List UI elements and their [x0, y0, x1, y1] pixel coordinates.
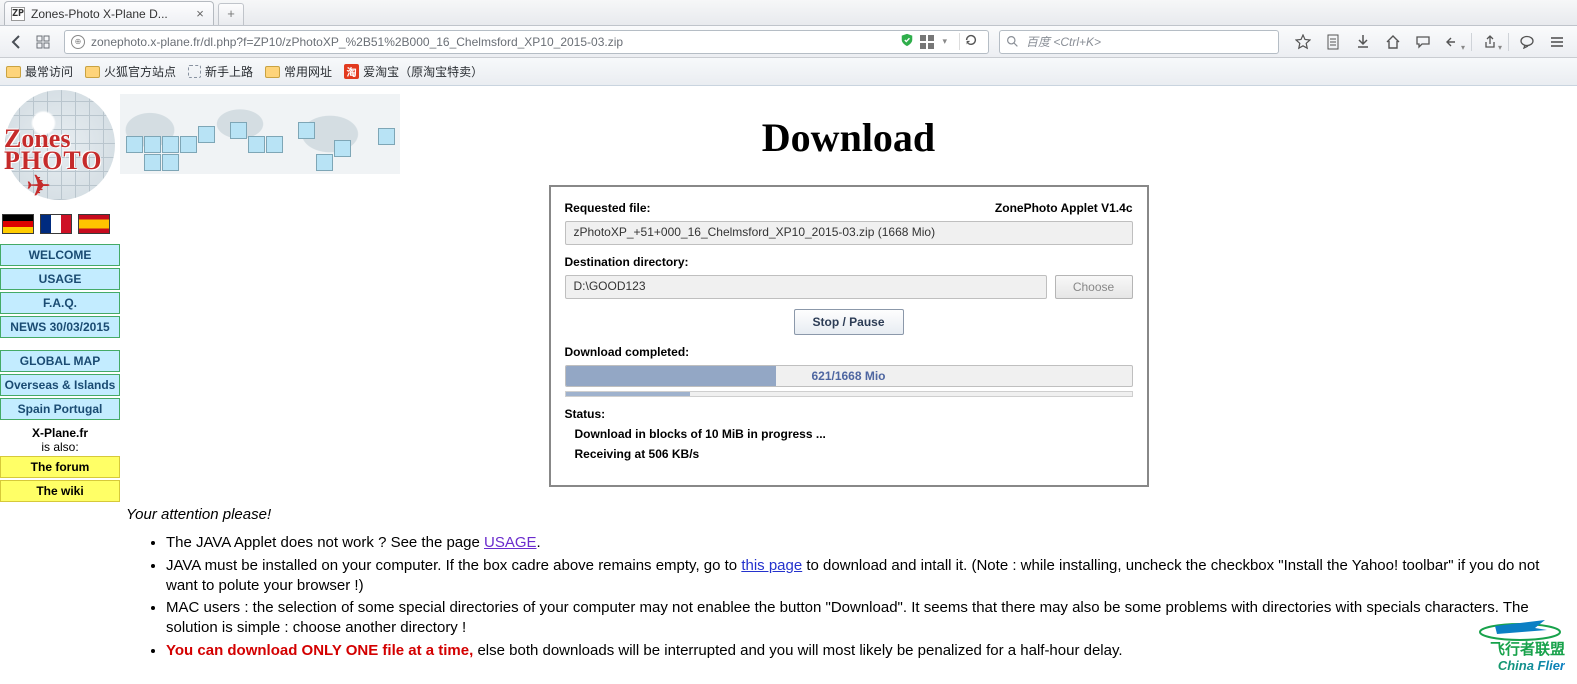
attention-item-4: You can download ONLY ONE file at a time…	[166, 641, 1567, 661]
share-icon[interactable]: ▾	[1476, 30, 1504, 54]
url-bar[interactable]: ⊕ zonephoto.x-plane.fr/dl.php?f=ZP10/zPh…	[64, 30, 989, 54]
shield-icon[interactable]	[900, 33, 914, 50]
site-logo[interactable]: ZonesPHOTO ✈	[0, 90, 120, 210]
reader-icon[interactable]	[1319, 30, 1347, 54]
attention-item-3: MAC users : the selection of some specia…	[166, 598, 1567, 639]
bookmark-getting-started[interactable]: 新手上路	[188, 63, 253, 80]
flag-germany[interactable]	[2, 214, 34, 234]
url-dropdown-icon[interactable]: ▾	[940, 36, 949, 47]
comment-icon[interactable]	[1513, 30, 1541, 54]
chat-icon[interactable]	[1409, 30, 1437, 54]
new-tab-button[interactable]: +	[218, 3, 244, 25]
search-icon	[1006, 35, 1020, 49]
bookmark-taobao[interactable]: 淘爱淘宝（原淘宝特卖）	[344, 63, 483, 80]
reload-button[interactable]	[959, 33, 982, 50]
nav-spain-portugal[interactable]: Spain Portugal	[0, 398, 120, 420]
page-icon	[188, 65, 201, 78]
link-usage[interactable]: USAGE	[484, 534, 537, 551]
bookmark-firefox-official[interactable]: 火狐官方站点	[85, 63, 176, 80]
search-box[interactable]: 百度 <Ctrl+K>	[999, 30, 1279, 54]
block-progress-bar	[565, 391, 1133, 397]
bookmark-most-visited[interactable]: 最常访问	[6, 63, 73, 80]
nav-faq[interactable]: F.A.Q.	[0, 292, 120, 314]
progress-text: 621/1668 Mio	[566, 366, 1132, 386]
choose-button[interactable]: Choose	[1055, 275, 1133, 299]
nav-global-map[interactable]: GLOBAL MAP	[0, 350, 120, 372]
also-subtitle: is also:	[41, 440, 78, 454]
qr-icon[interactable]	[920, 35, 934, 49]
bookmark-star-icon[interactable]	[1289, 30, 1317, 54]
applet-version: ZonePhoto Applet V1.4c	[995, 201, 1133, 215]
block-progress-fill	[566, 392, 691, 396]
tab-strip: ZP Zones-Photo X-Plane D... × +	[0, 0, 1577, 26]
menu-icon[interactable]	[1543, 30, 1571, 54]
link-java-page[interactable]: this page	[741, 557, 802, 574]
requested-file-field: zPhotoXP_+51+000_16_Chelmsford_XP10_2015…	[565, 221, 1133, 245]
nav-bar: ⊕ zonephoto.x-plane.fr/dl.php?f=ZP10/zPh…	[0, 26, 1577, 58]
stop-pause-button[interactable]: Stop / Pause	[794, 309, 904, 335]
nav-overseas[interactable]: Overseas & Islands	[0, 374, 120, 396]
nav-welcome[interactable]: WELCOME	[0, 244, 120, 266]
folder-icon	[265, 66, 280, 78]
tiles-button[interactable]	[32, 31, 54, 53]
main-content: Download Requested file: ZonePhoto Apple…	[120, 86, 1577, 663]
progress-bar: 621/1668 Mio	[565, 365, 1133, 387]
search-placeholder: 百度 <Ctrl+K>	[1026, 33, 1101, 50]
toolbar-icons: ▾ ▾	[1283, 30, 1571, 54]
url-text: zonephoto.x-plane.fr/dl.php?f=ZP10/zPhot…	[91, 35, 894, 49]
bookmark-bar: 最常访问 火狐官方站点 新手上路 常用网址 淘爱淘宝（原淘宝特卖）	[0, 58, 1577, 86]
sidebar: ZonesPHOTO ✈ WELCOME USAGE F.A.Q. NEWS 3…	[0, 86, 120, 663]
nav-news[interactable]: NEWS 30/03/2015	[0, 316, 120, 338]
page-title: Download	[120, 114, 1577, 161]
folder-icon	[6, 66, 21, 78]
bookmark-common-sites[interactable]: 常用网址	[265, 63, 332, 80]
downloads-icon[interactable]	[1349, 30, 1377, 54]
status-line-2: Receiving at 506 KB/s	[575, 447, 1133, 461]
tab-title: Zones-Photo X-Plane D...	[31, 7, 193, 21]
status-label: Status:	[565, 407, 1133, 421]
tab-close-icon[interactable]: ×	[193, 7, 207, 21]
folder-icon	[85, 66, 100, 78]
nav-forum[interactable]: The forum	[0, 456, 120, 478]
taobao-icon: 淘	[344, 64, 359, 79]
undo-icon[interactable]: ▾	[1439, 30, 1467, 54]
browser-tab[interactable]: ZP Zones-Photo X-Plane D... ×	[4, 1, 214, 25]
attention-heading: Your attention please!	[126, 505, 1567, 525]
nav-usage[interactable]: USAGE	[0, 268, 120, 290]
attention-block: Your attention please! The JAVA Applet d…	[120, 487, 1577, 661]
completed-label: Download completed:	[565, 345, 1133, 359]
flag-france[interactable]	[40, 214, 72, 234]
also-title: X-Plane.fr	[32, 426, 88, 440]
destination-label: Destination directory:	[565, 255, 1133, 269]
download-applet: Requested file: ZonePhoto Applet V1.4c z…	[549, 185, 1149, 487]
plane-icon: ✈	[26, 169, 51, 204]
site-identity-icon[interactable]: ⊕	[71, 35, 85, 49]
back-button[interactable]	[6, 31, 28, 53]
nav-wiki[interactable]: The wiki	[0, 480, 120, 502]
tab-favicon: ZP	[11, 7, 25, 21]
requested-file-label: Requested file:	[565, 201, 651, 215]
status-line-1: Download in blocks of 10 MiB in progress…	[575, 427, 1133, 441]
attention-item-1: The JAVA Applet does not work ? See the …	[166, 533, 1567, 553]
attention-item-2: JAVA must be installed on your computer.…	[166, 556, 1567, 597]
destination-field[interactable]: D:\GOOD123	[565, 275, 1047, 299]
flag-spain[interactable]	[78, 214, 110, 234]
home-icon[interactable]	[1379, 30, 1407, 54]
